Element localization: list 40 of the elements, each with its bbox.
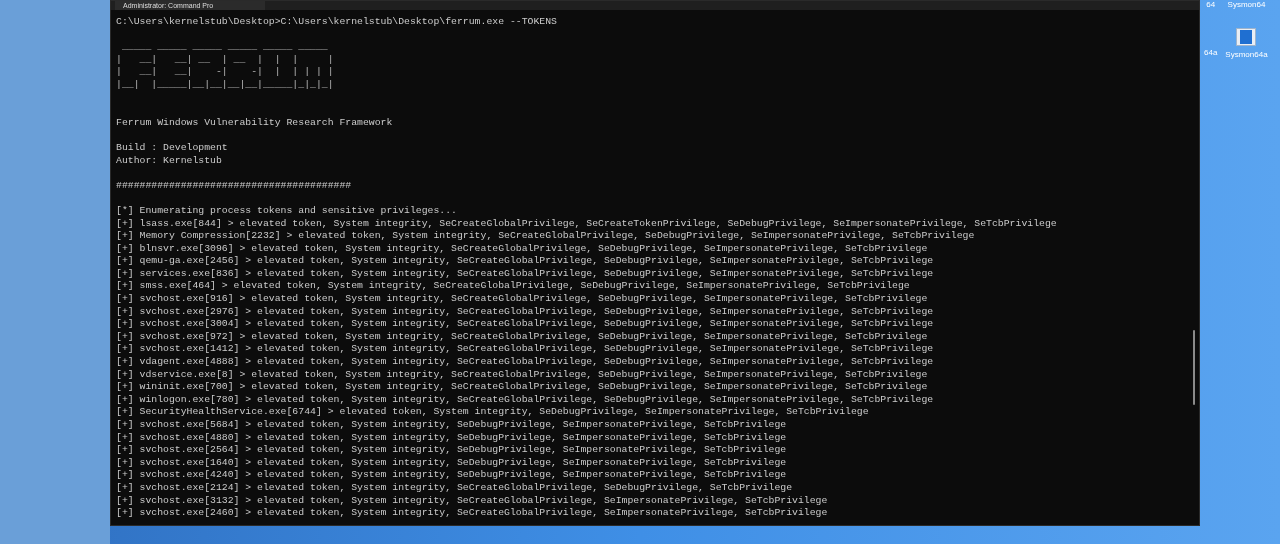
output-line: [+] svchost.exe[972] > elevated token, System integrity, SeCreateGlobalPrivilege, SeDebugPrivilege, SeImpersonatePrivilege, SeTcbPrivilege <box>116 330 928 344</box>
output-line: [+] vdagent.exe[4888] > elevated token, System integrity, SeCreateGlobalPrivilege, SeDebugPrivilege, SeImpersonatePrivilege, SeTcbPrivilege <box>116 356 934 369</box>
output-line: [+] svchost.exe[2460] > elevated token, System integrity, SeCreateGlobalPrivilege, SeImpersonatePrivilege, SeTcbPrivilege <box>116 507 828 520</box>
output-line: [+] SecurityHealthService.exe[6744] > elevated token, System integrity, SeDebugPrivilege, SeImpersonatePrivilege, SeTcbPrivilege <box>116 406 869 419</box>
output-line: [+] svchost.exe[4880] > elevated token, System integrity, SeDebugPrivilege, SeImpersonatePrivilege, SeTcbPrivilege <box>116 431 787 445</box>
output-line: [+] lsass.exe[844] > elevated token, System integrity, SeCreateGlobalPrivilege, SeCreateTokenPrivilege, SeDebugPrivilege, SeImpersonatePrivilege, SeTcbPrivilege <box>116 217 1057 231</box>
ascii-art-line: | __| __| -| -| | | | | | <box>116 66 334 79</box>
output-line: Author: Kernelstub <box>116 154 222 168</box>
output-line: [+] svchost.exe[4240] > elevated token, System integrity, SeDebugPrivilege, SeImpersonatePrivilege, SeTcbPrivilege <box>116 469 787 482</box>
output-line: [+] svchost.exe[2564] > elevated token, System integrity, SeDebugPrivilege, SeImpersonatePrivilege, SeTcbPrivilege <box>116 444 787 457</box>
desktop-icon-label[interactable]: 64a <box>1204 48 1218 58</box>
output-line: [+] svchost.exe[2976] > elevated token, System integrity, SeCreateGlobalPrivilege, SeDebugPrivilege, SeImpersonatePrivilege, SeTcbPrivilege <box>116 305 934 319</box>
output-line: [+] Memory Compression[2232] > elevated token, System integrity, SeCreateGlobalPrivilege, SeDebugPrivilege, SeImpersonatePrivilege, SeTcbPrivilege <box>116 230 975 243</box>
output-line: [+] services.exe[836] > elevated token, System integrity, SeCreateGlobalPrivilege, SeDebugPrivilege, SeImpersonatePrivilege, SeTcbPrivilege <box>116 267 934 281</box>
output-line: [+] qemu-ga.exe[2456] > elevated token, System integrity, SeCreateGlobalPrivilege, SeDebugPrivilege, SeImpersonatePrivilege, SeTcbPrivilege <box>116 255 934 268</box>
scrollbar-thumb[interactable] <box>1193 330 1195 405</box>
output-line: [+] blnsvr.exe[3096] > elevated token, System integrity, SeCreateGlobalPrivilege, SeDebugPrivilege, SeImpersonatePrivilege, SeTcbPrivilege <box>116 242 928 256</box>
output-line: [+] svchost.exe[1412] > elevated token, System integrity, SeCreateGlobalPrivilege, SeDebugPrivilege, SeImpersonatePrivilege, SeTcbPrivilege <box>116 343 934 357</box>
output-line: Build : Development <box>116 141 228 155</box>
desktop-icon-label[interactable]: Sysmon64 <box>1227 0 1266 10</box>
output-line: [+] svchost.exe[916] > elevated token, System integrity, SeCreateGlobalPrivilege, SeDebugPrivilege, SeImpersonatePrivilege, SeTcbPrivilege <box>116 293 928 306</box>
output-line: [+] smss.exe[464] > elevated token, System integrity, SeCreateGlobalPrivilege, SeDebugPrivilege, SeImpersonatePrivilege, SeTcbPrivilege <box>116 280 910 294</box>
output-line: [+] winlogon.exe[780] > elevated token, System integrity, SeCreateGlobalPrivilege, SeDebugPrivilege, SeImpersonatePrivilege, SeTcbPrivilege <box>116 393 934 407</box>
program-window-icon[interactable] <box>1236 28 1257 46</box>
output-line: [+] svchost.exe[5684] > elevated token, System integrity, SeDebugPrivilege, SeImpersonatePrivilege, SeTcbPrivilege <box>116 419 787 432</box>
output-line: [+] svchost.exe[2124] > elevated token, System integrity, SeCreateGlobalPrivilege, SeDebugPrivilege, SeTcbPrivilege <box>116 481 793 495</box>
output-line: [+] wininit.exe[700] > elevated token, System integrity, SeCreateGlobalPrivilege, SeDebugPrivilege, SeImpersonatePrivilege, SeTcbPrivilege <box>116 381 928 394</box>
command-line: C:\Users\kernelstub\Desktop>C:\Users\kernelstub\Desktop\ferrum.exe --TOKENS <box>116 16 557 29</box>
desktop-icon-label[interactable]: Sysmon64a <box>1225 50 1268 60</box>
ascii-art-line: _____ _____ _____ _____ _____ _____ <box>120 41 328 54</box>
output-line: [+] svchost.exe[1640] > elevated token, System integrity, SeDebugPrivilege, SeImpersonatePrivilege, SeTcbPrivilege <box>116 456 787 470</box>
output-line: ######################################## <box>116 179 352 193</box>
output-line: [+] svchost.exe[3004] > elevated token, System integrity, SeCreateGlobalPrivilege, SeDebugPrivilege, SeImpersonatePrivilege, SeTcbPrivilege <box>116 318 934 331</box>
output-line: Ferrum Windows Vulnerability Research Framework <box>116 116 393 130</box>
ascii-art-line: | __| __| __ | __ | | | | <box>116 53 334 67</box>
desktop-icon-label[interactable]: 64 <box>1206 0 1216 10</box>
ascii-art-line: |__| |_____|__|__|__|__|_____|_|_|_| <box>116 78 334 92</box>
output-line: [+] svchost.exe[3132] > elevated token, System integrity, SeCreateGlobalPrivilege, SeImpersonatePrivilege, SeTcbPrivilege <box>116 494 828 508</box>
output-line: [+] vdservice.exe[8] > elevated token, System integrity, SeCreateGlobalPrivilege, SeDebugPrivilege, SeImpersonatePrivilege, SeTcbPrivilege <box>116 368 928 382</box>
output-line: [*] Enumerating process tokens and sensitive privileges... <box>116 204 457 218</box>
